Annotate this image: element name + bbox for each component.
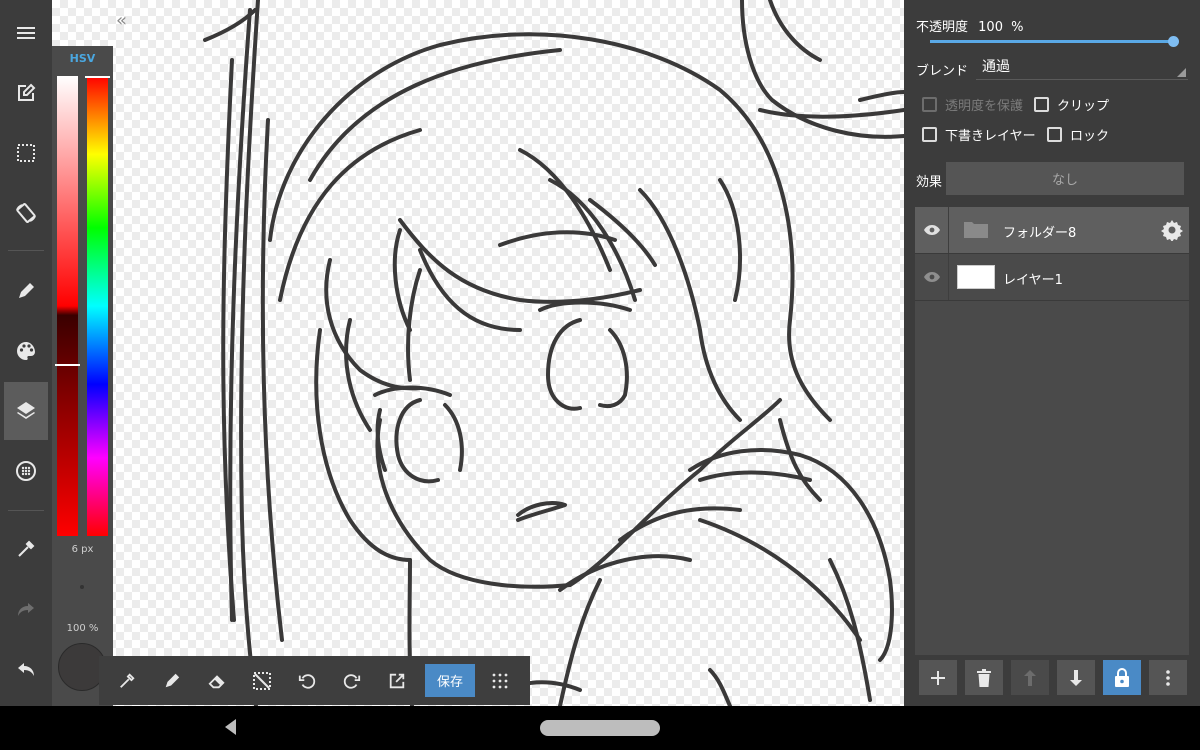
- gear-icon[interactable]: [1161, 219, 1183, 245]
- value-slider-marker[interactable]: [55, 364, 80, 366]
- layer-list: フォルダー8 レイヤー1: [915, 207, 1189, 655]
- blend-mode-value: 通過: [982, 59, 1010, 75]
- layer-name: フォルダー8: [1003, 226, 1077, 241]
- checkbox-icon: [922, 127, 937, 142]
- sketch-artwork: [203, 0, 904, 706]
- hue-slider-marker[interactable]: [85, 76, 110, 78]
- palette-icon[interactable]: [4, 322, 48, 380]
- app-window: « HSV 6 px 100 % 保存 不透明度 100 % ブレンド 通過 透…: [0, 0, 1200, 750]
- opacity-unit: %: [1011, 20, 1024, 35]
- redo-icon[interactable]: [332, 656, 372, 705]
- checkbox-icon: [922, 97, 937, 112]
- layer-thumbnail: [957, 265, 995, 289]
- move-up-icon[interactable]: [1011, 660, 1049, 695]
- eraser-icon[interactable]: [197, 656, 237, 705]
- opacity-slider-thumb[interactable]: [1168, 36, 1179, 47]
- blend-label: ブレンド: [916, 64, 969, 79]
- value-slider[interactable]: [57, 76, 78, 536]
- checkbox-icon: [1047, 127, 1062, 142]
- redo-icon[interactable]: [4, 580, 48, 638]
- opacity-label: 不透明度 100 %: [916, 16, 1023, 35]
- material-icon[interactable]: [4, 442, 48, 500]
- checkbox-icon: [1034, 97, 1049, 112]
- selection-icon[interactable]: [4, 124, 48, 182]
- move-down-icon[interactable]: [1057, 660, 1095, 695]
- system-nav-bar: [0, 706, 1200, 750]
- lock-icon[interactable]: [1103, 660, 1141, 695]
- layer-row[interactable]: レイヤー1: [915, 254, 1189, 300]
- home-pill[interactable]: [540, 720, 660, 736]
- dropdown-arrow-icon: [1177, 68, 1186, 77]
- more-icon[interactable]: [1149, 660, 1187, 695]
- opacity-label-text: 不透明度: [916, 20, 969, 35]
- brush-icon[interactable]: [4, 262, 48, 320]
- color-mode-tab[interactable]: HSV: [52, 52, 113, 65]
- layer-actions: [915, 660, 1189, 698]
- eyedropper-icon[interactable]: [4, 520, 48, 578]
- bottom-toolbar: 保存: [99, 656, 530, 705]
- clip-checkbox[interactable]: クリップ: [1034, 95, 1109, 114]
- pen-icon[interactable]: [152, 656, 192, 705]
- effect-label: 効果: [916, 175, 943, 190]
- layer-panel: 不透明度 100 % ブレンド 通過 透明度を保護 クリップ 下書きレイヤー ロ…: [904, 0, 1200, 706]
- visibility-eye-icon[interactable]: [915, 207, 949, 253]
- undo-icon[interactable]: [4, 640, 48, 698]
- back-icon[interactable]: [224, 718, 238, 740]
- lock-label: ロック: [1070, 129, 1110, 144]
- color-panel: HSV 6 px 100 %: [52, 46, 113, 706]
- collapse-panel-icon[interactable]: «: [116, 10, 127, 31]
- hue-slider[interactable]: [87, 76, 108, 536]
- blend-mode-select[interactable]: 通過: [976, 56, 1188, 80]
- opacity-slider[interactable]: [930, 40, 1174, 43]
- effect-button[interactable]: なし: [946, 162, 1184, 195]
- draft-layer-checkbox[interactable]: 下書きレイヤー: [922, 125, 1036, 144]
- undo-icon[interactable]: [287, 656, 327, 705]
- layer-name: レイヤー1: [1003, 273, 1063, 288]
- save-button[interactable]: 保存: [425, 664, 475, 697]
- brush-size-label[interactable]: 6 px: [52, 544, 113, 555]
- layers-icon[interactable]: [4, 382, 48, 440]
- eyedropper-icon[interactable]: [107, 656, 147, 705]
- grid-icon[interactable]: [480, 656, 520, 705]
- deselect-icon[interactable]: [242, 656, 282, 705]
- new-canvas-icon[interactable]: [4, 64, 48, 122]
- menu-icon[interactable]: [4, 4, 48, 62]
- protect-alpha-checkbox[interactable]: 透明度を保護: [922, 95, 1023, 114]
- transform-icon[interactable]: [377, 656, 417, 705]
- folder-icon: [963, 219, 989, 243]
- add-layer-icon[interactable]: [919, 660, 957, 695]
- brush-preview: [80, 585, 84, 589]
- draft-layer-label: 下書きレイヤー: [945, 129, 1036, 144]
- opacity-value: 100: [978, 20, 1003, 35]
- clip-label: クリップ: [1057, 99, 1110, 114]
- protect-alpha-label: 透明度を保護: [945, 99, 1024, 114]
- brush-opacity-label[interactable]: 100 %: [52, 623, 113, 634]
- layer-row[interactable]: フォルダー8: [915, 207, 1189, 253]
- drawing-canvas[interactable]: «: [52, 0, 904, 706]
- delete-layer-icon[interactable]: [965, 660, 1003, 695]
- lock-checkbox[interactable]: ロック: [1047, 125, 1109, 144]
- left-toolbar: [0, 0, 52, 706]
- rotate-canvas-icon[interactable]: [4, 184, 48, 242]
- visibility-eye-icon[interactable]: [915, 254, 949, 300]
